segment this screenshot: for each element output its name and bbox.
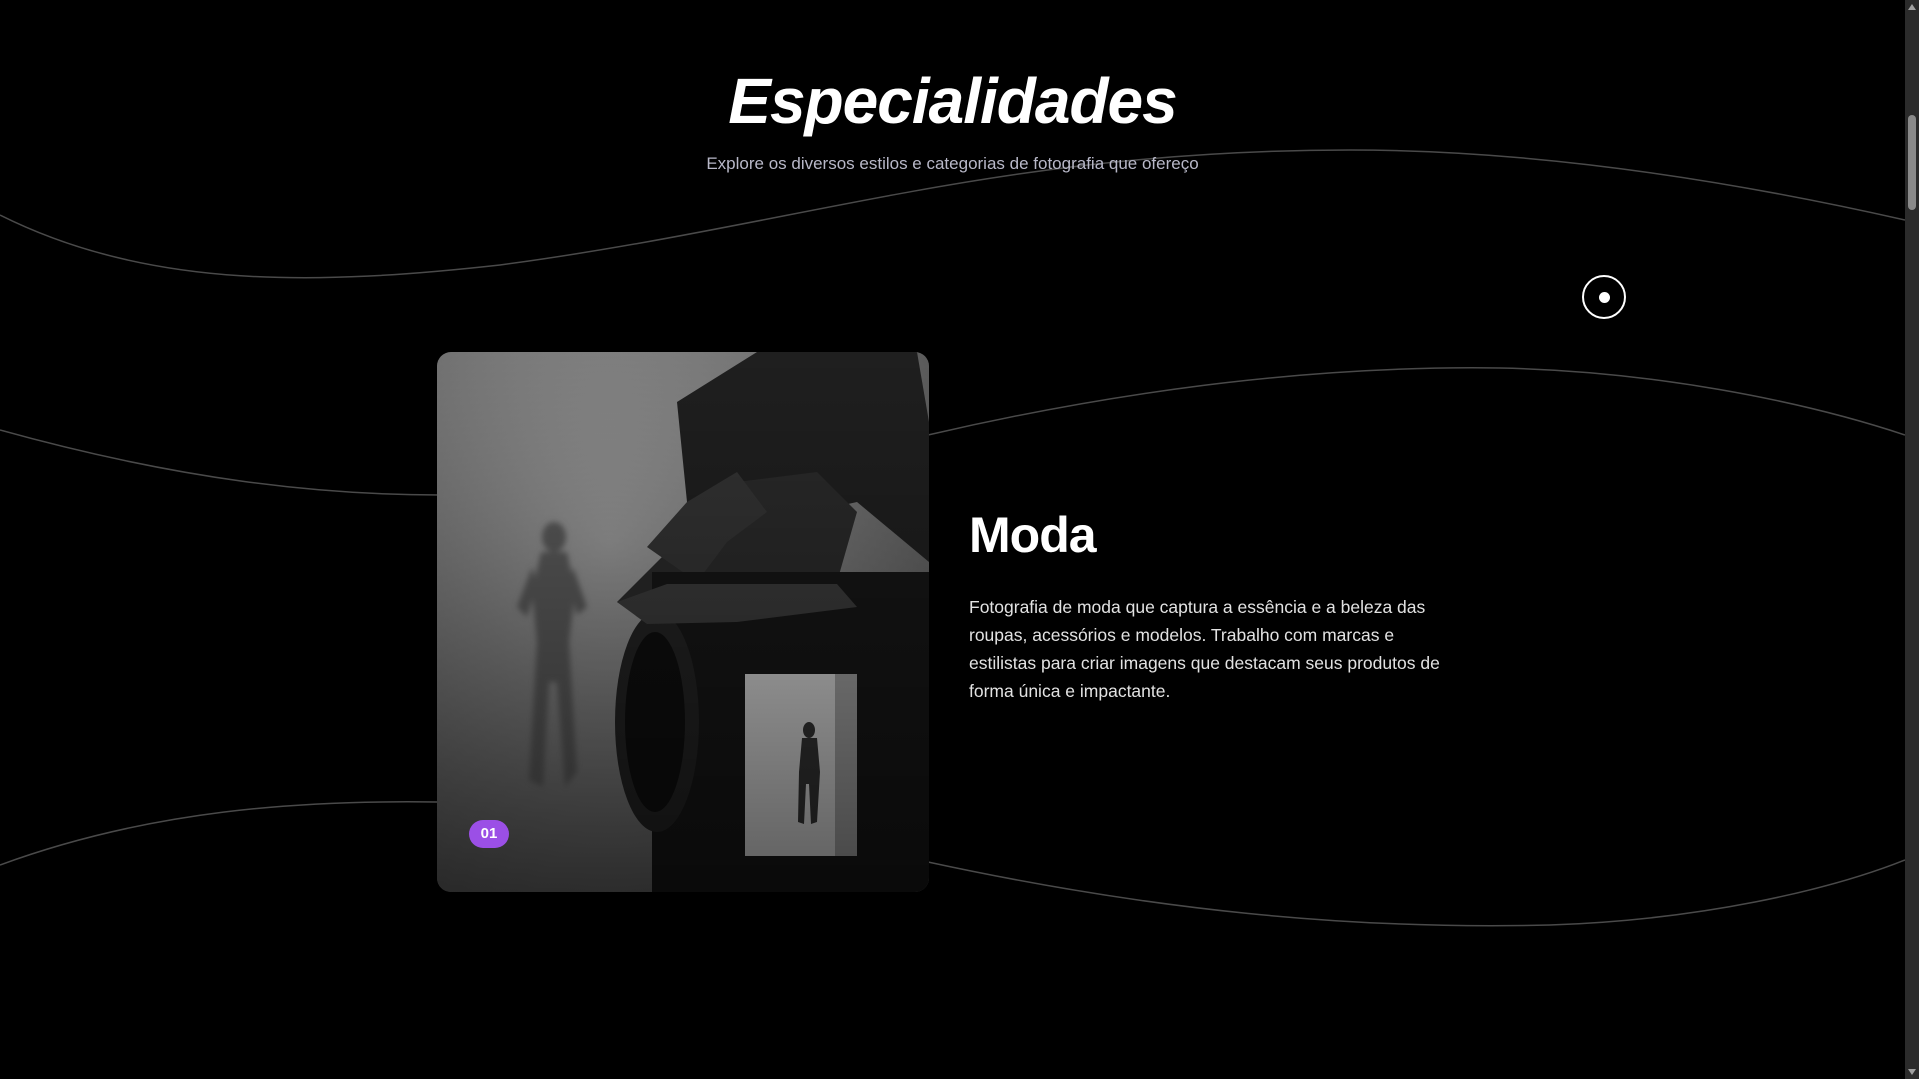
specialty-number-badge: 01 [469,820,509,848]
wave-line-3 [0,801,1905,927]
specialty-description: Fotografia de moda que captura a essênci… [969,597,1440,701]
section-header: Especialidades Explore os diversos estil… [0,66,1905,174]
specialty-text: Moda Fotografia de moda que captura a es… [969,508,1459,705]
section-subtitle: Explore os diversos estilos e categorias… [706,154,1199,174]
cursor-dot [1598,291,1610,303]
vertical-scrollbar[interactable] [1905,0,1919,1079]
scroll-down-arrow-icon[interactable] [1908,1069,1916,1075]
scroll-up-arrow-icon[interactable] [1908,4,1916,10]
circle-cursor-icon [1582,275,1626,319]
specialty-title: Moda [969,507,1097,563]
section-title: Especialidades [728,65,1177,137]
wave-line-2 [0,367,1905,496]
photo-illustration [437,352,929,892]
scroll-thumb[interactable] [1908,115,1916,210]
specialty-image[interactable]: 01 [437,352,929,892]
